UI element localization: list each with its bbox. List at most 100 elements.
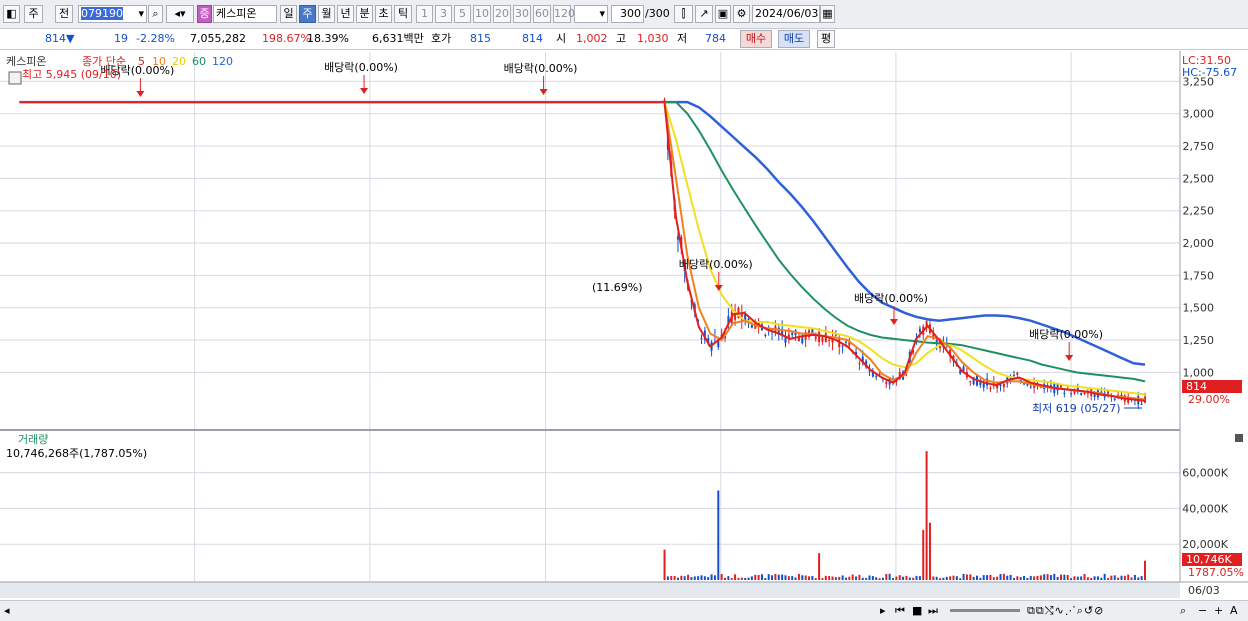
volume-bar <box>750 576 753 580</box>
interval-120[interactable]: 120 <box>553 5 575 23</box>
volume-bar <box>878 578 881 580</box>
scroll-right-icon[interactable]: ▸ <box>880 603 886 619</box>
buy-button[interactable]: 매수 <box>740 30 772 48</box>
volume-bar <box>767 574 770 580</box>
vol-title[interactable]: 거래량 <box>18 433 48 446</box>
interval-30[interactable]: 30 <box>513 5 531 23</box>
date-input[interactable]: 2024/06/03 <box>752 5 820 23</box>
volume-bar <box>1012 578 1015 580</box>
vol-tick-label: 60,000K <box>1182 467 1228 480</box>
volume-bar <box>942 577 945 580</box>
period-minute[interactable]: 분 <box>356 5 373 23</box>
badge: 증 <box>197 5 212 23</box>
volume-bar <box>868 575 871 580</box>
volume-bar <box>1090 577 1093 580</box>
volume-bar <box>979 577 982 580</box>
period-second[interactable]: 초 <box>375 5 392 23</box>
chevron-down-icon[interactable]: ▾ <box>599 6 607 22</box>
volume-bar <box>713 575 716 580</box>
zoom-slider[interactable] <box>950 609 1020 612</box>
gear-icon[interactable]: ⚙ <box>733 5 750 23</box>
volume-bar <box>717 490 720 580</box>
zoom-in-icon[interactable]: + <box>1214 603 1223 619</box>
candle-body <box>1012 375 1015 377</box>
volume-bar <box>757 575 760 580</box>
bid: 814 <box>522 32 543 45</box>
legend-ma60[interactable]: 60 <box>192 55 206 68</box>
high-label: 고 <box>616 32 627 45</box>
y-tick-label: 2,250 <box>1183 205 1215 218</box>
scroll-left-icon[interactable]: ◂ <box>4 603 10 619</box>
volume-bar <box>663 549 666 580</box>
legend-ma120[interactable]: 120 <box>212 55 233 68</box>
vol-ratio: 198.67% <box>262 32 311 45</box>
period-tick[interactable]: 틱 <box>394 5 412 23</box>
code-input[interactable]: 079190 ▾ <box>78 5 147 23</box>
market-button[interactable]: 주 <box>24 5 43 23</box>
draw-icon[interactable]: ↗ <box>695 5 713 23</box>
volume-bar <box>710 574 713 580</box>
stop-icon[interactable]: ■ <box>912 603 922 619</box>
interval-5[interactable]: 5 <box>454 5 471 23</box>
volume-bar <box>760 574 763 580</box>
candle-body <box>700 337 703 339</box>
period-month[interactable]: 월 <box>318 5 335 23</box>
interval-1[interactable]: 1 <box>416 5 433 23</box>
low-note: 최저 619 (05/27) <box>1032 402 1121 415</box>
legend-ma5[interactable]: 5 <box>138 55 145 68</box>
period-week[interactable]: 주 <box>299 5 316 23</box>
interval-select[interactable]: ▾ <box>574 5 608 23</box>
stock-name-field[interactable]: 케스피온 <box>213 5 277 23</box>
rewind-icon[interactable]: ⏮ <box>895 603 905 619</box>
zoom-out-icon[interactable]: − <box>1198 603 1207 619</box>
y-tick-label: 1,250 <box>1183 334 1215 347</box>
volume-bar <box>996 576 999 580</box>
volume-bar <box>703 576 706 580</box>
interval-3[interactable]: 3 <box>435 5 452 23</box>
period-day[interactable]: 일 <box>280 5 297 23</box>
sell-button[interactable]: 매도 <box>778 30 810 48</box>
candle-icon[interactable]: ⫿ <box>674 5 693 23</box>
volume-bar <box>821 578 824 580</box>
volume-bar <box>861 577 864 580</box>
legend-ma20[interactable]: 20 <box>172 55 186 68</box>
legend-ma10[interactable]: 10 <box>152 55 166 68</box>
y-tick-label: 3,000 <box>1183 108 1215 121</box>
speaker-icon[interactable]: ◂▾ <box>166 5 194 23</box>
volume-bar <box>730 578 733 580</box>
interval-20[interactable]: 20 <box>493 5 511 23</box>
volume-bar <box>1009 574 1012 580</box>
count-input[interactable]: 300 <box>611 5 644 23</box>
candle-body <box>1070 393 1073 395</box>
hoga-label: 호가 <box>431 32 452 45</box>
forward-icon[interactable]: ⏭ <box>928 603 938 619</box>
period-year[interactable]: 년 <box>337 5 354 23</box>
tool-icons[interactable]: ⧉⧉⤭∿⋰⌕↺⊘ <box>1027 603 1104 619</box>
vol-info: 10,746,268주(1,787.05%) <box>6 447 147 460</box>
volume-bar <box>764 578 767 580</box>
grid-icon[interactable] <box>8 71 22 85</box>
volume-bar <box>794 577 797 580</box>
interval-10[interactable]: 10 <box>473 5 491 23</box>
legend-name[interactable]: 케스피온 <box>6 55 46 68</box>
prev-button[interactable]: 전 <box>55 5 73 23</box>
eval-button[interactable]: 평 <box>817 30 835 48</box>
close-icon[interactable] <box>1235 434 1243 442</box>
volume-bar <box>885 573 888 580</box>
window-icon[interactable]: ◧ <box>3 5 20 23</box>
volume-bar <box>962 573 965 580</box>
volume-bar <box>818 553 821 580</box>
legend-close[interactable]: 종가 단순 <box>82 55 126 68</box>
save-icon[interactable]: ▣ <box>715 5 731 23</box>
zoom-icon[interactable]: ⌕ <box>1180 603 1186 619</box>
event-label: 배당락(0.00%) <box>504 62 578 75</box>
candle-body <box>750 324 753 328</box>
interval-60[interactable]: 60 <box>533 5 551 23</box>
calendar-icon[interactable]: ▦ <box>820 5 835 23</box>
candle-body <box>1140 403 1143 405</box>
volume-bar <box>865 577 868 580</box>
search-icon[interactable]: ⌕ <box>148 5 163 23</box>
chevron-down-icon[interactable]: ▾ <box>138 6 146 22</box>
code-value: 079190 <box>81 7 123 20</box>
font-icon[interactable]: A <box>1230 603 1238 619</box>
